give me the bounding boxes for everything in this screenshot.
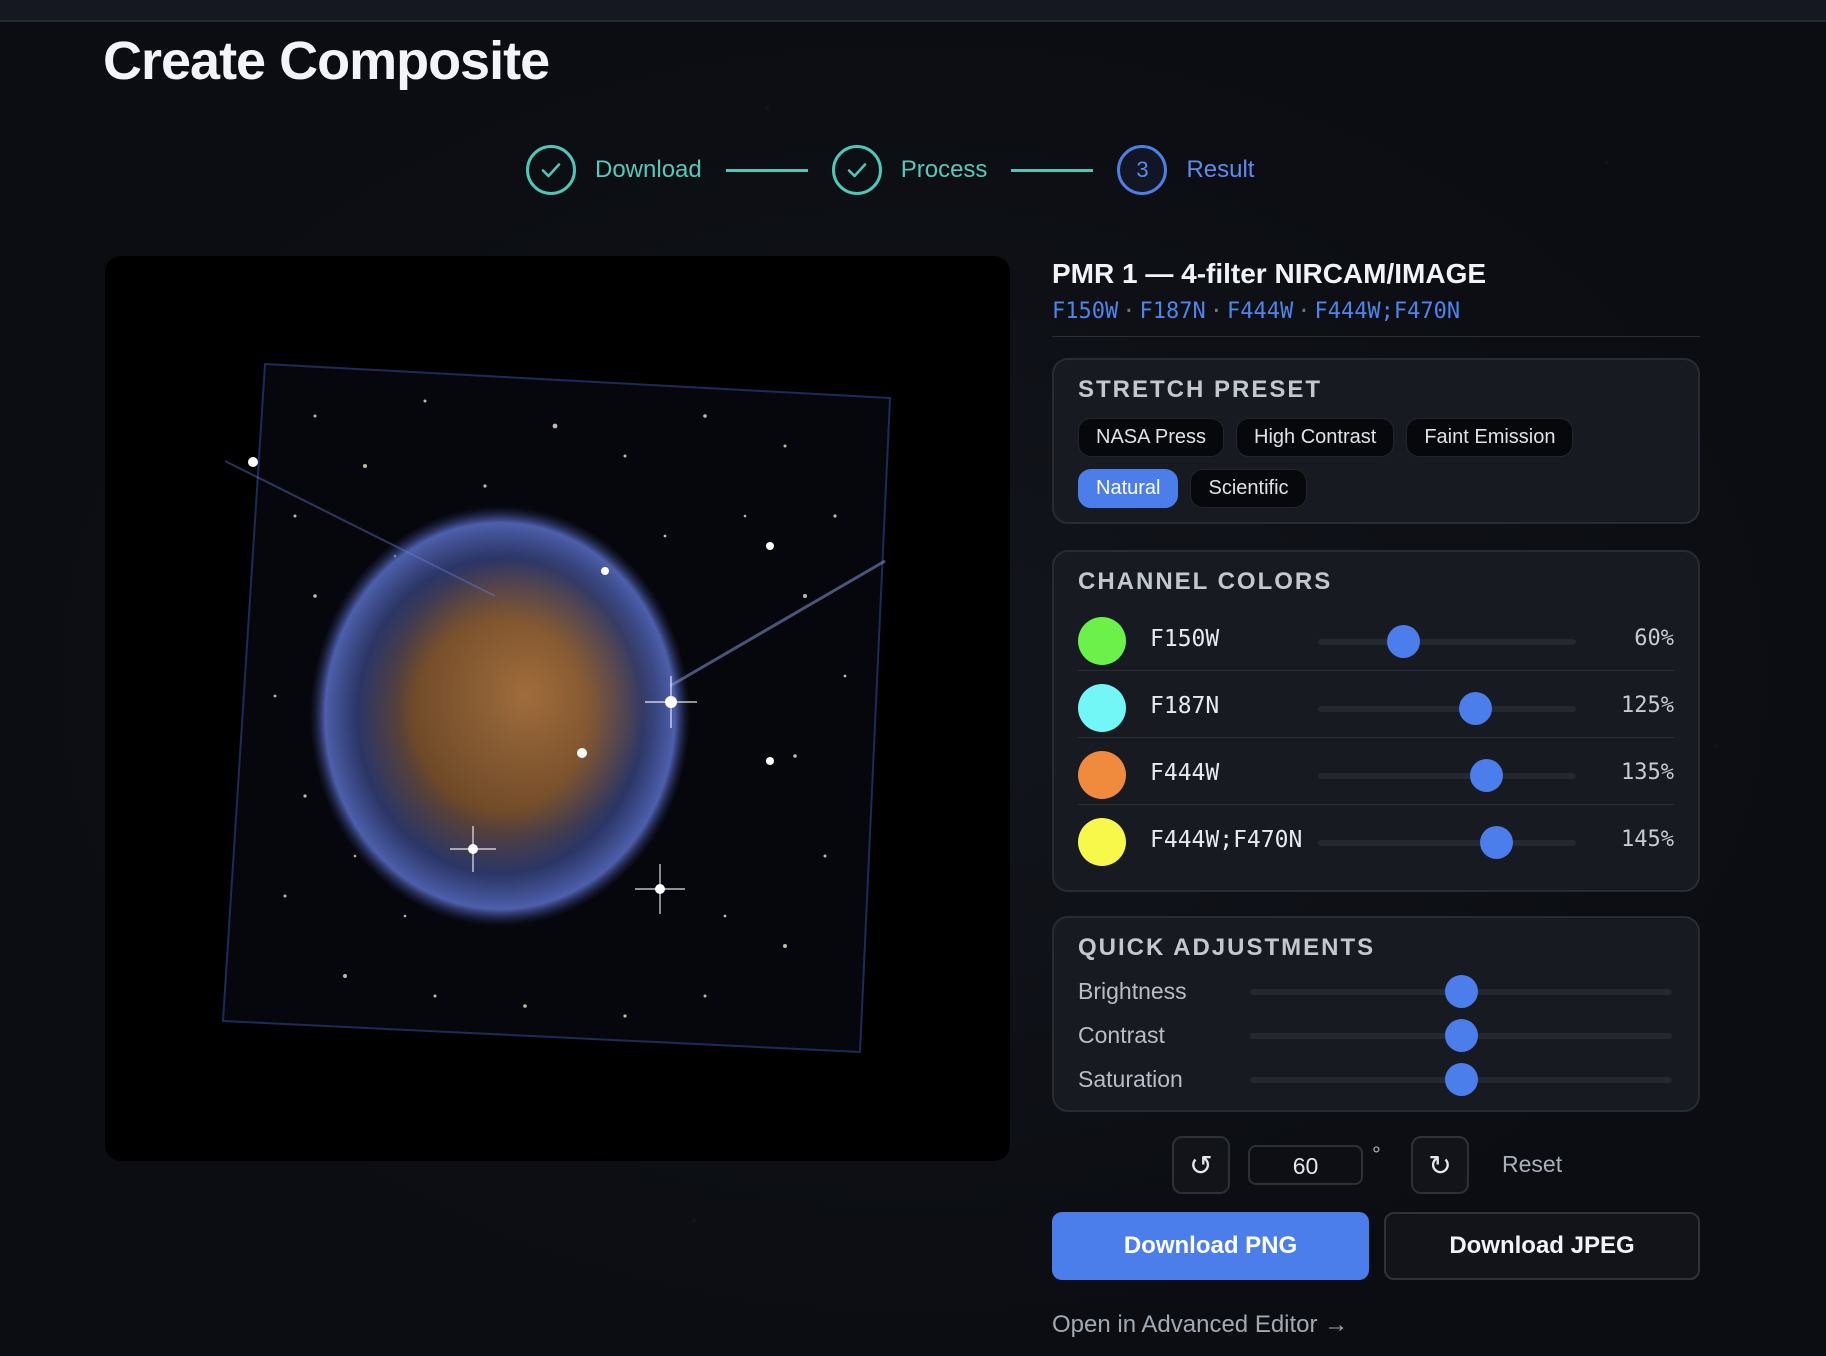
saturation-label: Saturation [1078, 1066, 1183, 1092]
channel-slider[interactable] [1318, 625, 1576, 658]
step-result-label: Result [1186, 156, 1255, 183]
contrast-label: Contrast [1078, 1022, 1165, 1048]
advanced-editor-link[interactable]: Open in Advanced Editor → [1052, 1311, 1348, 1339]
check-icon [831, 145, 882, 195]
download-png-button[interactable]: Download PNG [1052, 1212, 1369, 1280]
preset-faint-emission[interactable]: Faint Emission [1406, 418, 1574, 457]
channel-value: 135% [1621, 760, 1674, 785]
filter-tag: F187N [1139, 299, 1206, 324]
preset-natural[interactable]: Natural [1078, 469, 1179, 508]
progress-stepper: Download Process 3 Result [526, 142, 1254, 198]
filter-tag: F444W [1226, 299, 1294, 324]
preset-nasa-press[interactable]: NASA Press [1078, 418, 1225, 457]
stretch-preset-panel: STRETCH PRESET NASA Press High Contrast … [1052, 358, 1700, 524]
reset-button[interactable]: Reset [1502, 1151, 1562, 1178]
slider-knob[interactable] [1469, 759, 1503, 792]
nebula-image [221, 362, 892, 1054]
channel-value: 125% [1621, 693, 1674, 718]
slider-knob[interactable] [1445, 1063, 1478, 1096]
filter-tag: F150W [1052, 299, 1119, 324]
rotate-ccw-icon: ↺ [1189, 1149, 1213, 1181]
step-connector [1011, 168, 1094, 172]
step-connector [725, 168, 808, 172]
channel-row: F444W 135% [1078, 737, 1674, 804]
channel-name: F150W [1150, 626, 1220, 652]
contrast-slider[interactable] [1250, 1019, 1672, 1052]
check-icon [526, 145, 576, 195]
channel-colors-title: CHANNEL COLORS [1078, 568, 1333, 595]
filter-separator: · [1297, 299, 1311, 324]
channel-name: F187N [1150, 693, 1220, 719]
slider-knob[interactable] [1445, 975, 1478, 1008]
degree-unit: ° [1372, 1142, 1381, 1167]
rotate-right-button[interactable]: ↻ [1411, 1136, 1469, 1194]
filter-separator: · [1122, 299, 1136, 324]
channel-color-swatch[interactable] [1078, 818, 1126, 866]
channel-slider[interactable] [1318, 759, 1576, 792]
channel-slider[interactable] [1318, 826, 1576, 859]
channel-row: F444W;F470N 145% [1078, 804, 1674, 871]
slider-knob[interactable] [1480, 826, 1514, 859]
slider-knob[interactable] [1387, 625, 1421, 658]
step-download-label: Download [595, 156, 702, 183]
target-title: PMR 1 — 4-filter NIRCAM/IMAGE [1052, 258, 1487, 289]
rotation-angle-input[interactable]: 60 [1248, 1145, 1363, 1185]
divider [1052, 336, 1700, 337]
preset-options: NASA Press High Contrast Faint Emission … [1078, 418, 1638, 508]
rotate-left-button[interactable]: ↺ [1172, 1136, 1230, 1194]
filter-separator: · [1209, 299, 1223, 324]
channel-slider[interactable] [1318, 692, 1576, 725]
filter-list: F150W · F187N · F444W · F444W;F470N [1052, 296, 1700, 328]
filter-tag: F444W;F470N [1314, 299, 1461, 324]
preset-scientific[interactable]: Scientific [1190, 469, 1307, 508]
step-download: Download [526, 145, 702, 195]
channel-color-swatch[interactable] [1078, 751, 1126, 799]
channel-row: F150W 60% [1078, 604, 1674, 670]
channel-color-swatch[interactable] [1078, 617, 1126, 665]
step-process-label: Process [900, 156, 988, 183]
brightness-label: Brightness [1078, 978, 1187, 1004]
preset-high-contrast[interactable]: High Contrast [1236, 418, 1395, 457]
channel-color-swatch[interactable] [1078, 684, 1126, 732]
saturation-slider[interactable] [1250, 1063, 1672, 1096]
brightness-slider[interactable] [1250, 975, 1672, 1008]
step-number: 3 [1117, 145, 1168, 195]
composite-controls: PMR 1 — 4-filter NIRCAM/IMAGE F150W · F187… [1052, 256, 1700, 1338]
adjustment-row: Brightness [1078, 968, 1674, 1012]
stretch-preset-title: STRETCH PRESET [1078, 376, 1323, 403]
slider-knob[interactable] [1459, 692, 1493, 725]
rotate-cw-icon: ↻ [1428, 1149, 1452, 1181]
step-result: 3 Result [1117, 145, 1254, 195]
quick-adjustments-panel: QUICK ADJUSTMENTS Brightness Contrast Sa… [1052, 916, 1700, 1112]
page-title: Create Composite [103, 31, 550, 91]
top-bar [0, 0, 1826, 22]
adjustment-row: Saturation [1078, 1056, 1674, 1100]
rotation-controls: ↺ 60 ° ↻ Reset [1172, 1136, 1592, 1196]
quick-adjustments-title: QUICK ADJUSTMENTS [1078, 934, 1376, 961]
channel-value: 60% [1634, 626, 1674, 651]
channel-colors-panel: CHANNEL COLORS F150W 60% F187N 125% F444… [1052, 550, 1700, 892]
adjustment-row: Contrast [1078, 1012, 1674, 1056]
composite-preview-image [105, 256, 1010, 1161]
slider-knob[interactable] [1445, 1019, 1478, 1052]
channel-name: F444W [1150, 760, 1220, 786]
channel-row: F187N 125% [1078, 670, 1674, 737]
channel-name: F444W;F470N [1150, 827, 1303, 853]
download-jpeg-button[interactable]: Download JPEG [1384, 1212, 1700, 1280]
channel-value: 145% [1621, 827, 1674, 852]
step-process: Process [831, 145, 988, 195]
